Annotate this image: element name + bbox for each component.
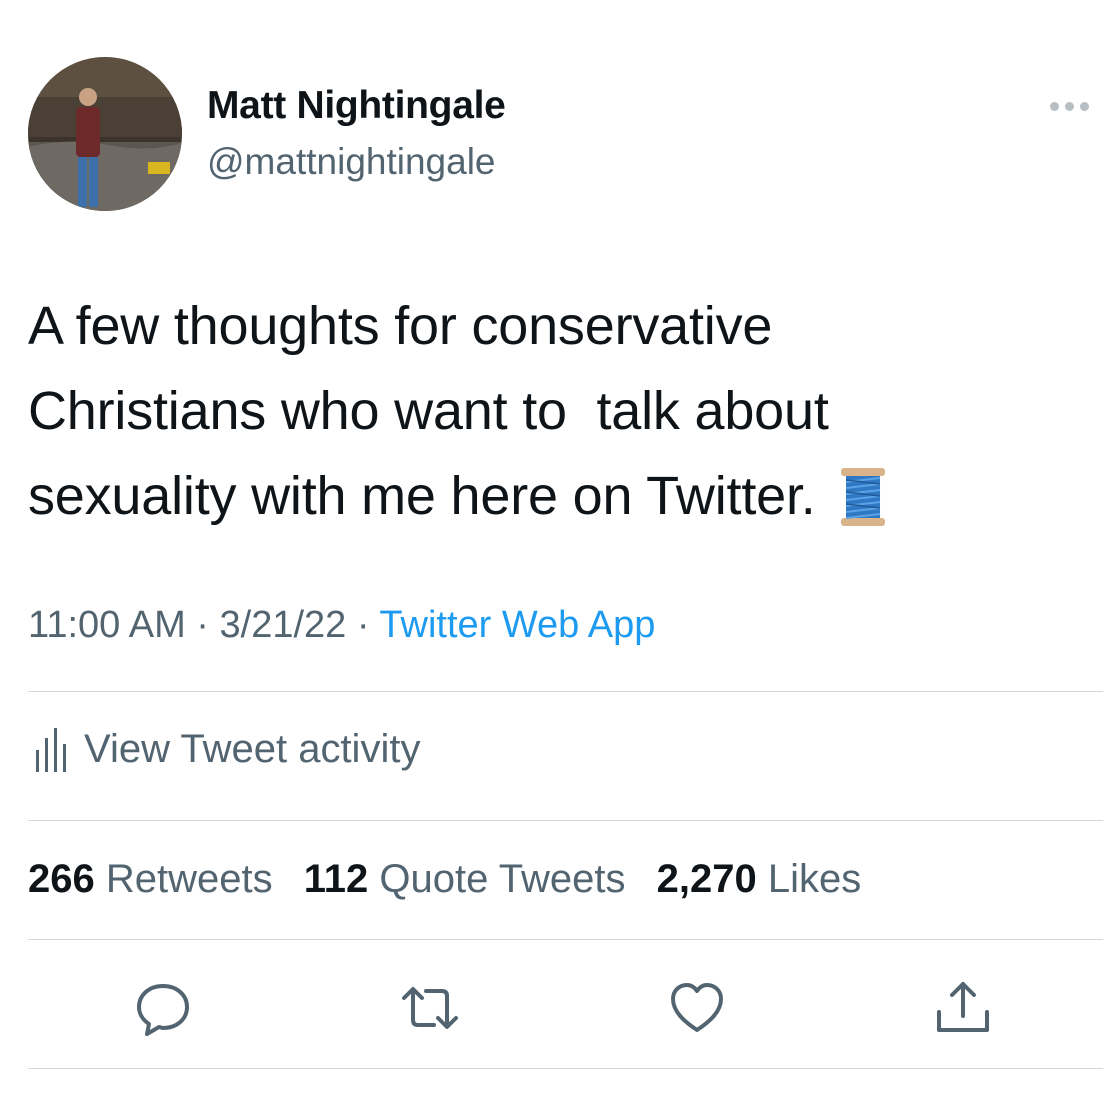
retweet-icon[interactable] bbox=[400, 978, 460, 1038]
activity-label: View Tweet activity bbox=[84, 727, 421, 771]
profile-photo bbox=[28, 57, 182, 211]
tweet-line: A few thoughts for conservative bbox=[28, 296, 773, 356]
tweet-meta: 11:00 AM · 3/21/22 · Twitter Web App bbox=[28, 604, 655, 647]
quotes-label: Quote Tweets bbox=[379, 857, 626, 901]
divider bbox=[28, 691, 1103, 692]
analytics-icon bbox=[36, 727, 66, 772]
tweet-actions bbox=[0, 978, 1103, 1038]
retweets-stat[interactable]: 266 Retweets bbox=[28, 857, 273, 901]
thread-spool-icon bbox=[838, 466, 888, 553]
retweets-label: Retweets bbox=[105, 857, 273, 901]
tweet-stats: 266 Retweets 112 Quote Tweets 2,270 Like… bbox=[28, 857, 861, 902]
display-name[interactable]: Matt Nightingale bbox=[207, 84, 506, 128]
avatar[interactable] bbox=[28, 57, 182, 211]
meta-separator: · bbox=[185, 604, 220, 646]
tweet-time[interactable]: 11:00 AM bbox=[28, 604, 186, 646]
quotes-stat[interactable]: 112 Quote Tweets bbox=[304, 857, 626, 901]
likes-stat[interactable]: 2,270 Likes bbox=[657, 857, 862, 901]
like-icon[interactable] bbox=[667, 978, 727, 1038]
divider bbox=[28, 820, 1103, 821]
tweet-text: A few thoughts for conservative Christia… bbox=[28, 284, 1088, 553]
user-handle[interactable]: @mattnightingale bbox=[207, 141, 496, 183]
quotes-count: 112 bbox=[303, 857, 369, 901]
view-tweet-activity-button[interactable]: View Tweet activity bbox=[36, 727, 420, 772]
reply-icon[interactable] bbox=[133, 978, 193, 1038]
tweet-source-link[interactable]: Twitter Web App bbox=[379, 604, 655, 646]
tweet-date[interactable]: 3/21/22 bbox=[220, 604, 347, 646]
share-icon[interactable] bbox=[933, 978, 993, 1038]
likes-count: 2,270 bbox=[656, 857, 757, 901]
divider bbox=[28, 939, 1103, 940]
likes-label: Likes bbox=[767, 857, 862, 901]
meta-separator: · bbox=[346, 604, 380, 646]
retweets-count: 266 bbox=[28, 857, 95, 901]
more-options-icon[interactable] bbox=[1050, 94, 1102, 118]
tweet-line-last: sexuality with me here on Twitter. bbox=[28, 454, 1088, 553]
divider bbox=[28, 1068, 1103, 1069]
tweet-line: Christians who want to talk about bbox=[28, 381, 829, 441]
